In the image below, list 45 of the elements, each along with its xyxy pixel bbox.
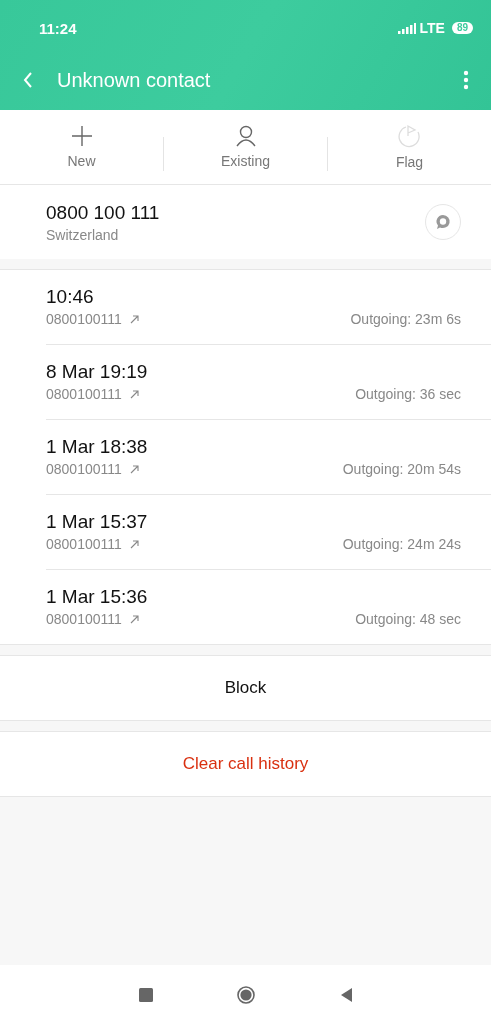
screen-title: Unknown contact <box>57 68 212 92</box>
outgoing-arrow-icon <box>129 614 139 624</box>
call-number: 0800100111 <box>46 536 122 552</box>
network-label: LTE <box>419 20 445 36</box>
home-icon[interactable] <box>236 985 255 1004</box>
call-time: 8 Mar 19:19 <box>46 361 149 383</box>
outgoing-arrow-icon <box>129 539 139 549</box>
outgoing-arrow-icon <box>129 389 139 399</box>
signal-icon <box>398 22 417 34</box>
action-button[interactable]: Existing <box>164 121 327 173</box>
call-time: 1 Mar 18:38 <box>46 436 149 458</box>
call-duration: Outgoing: 24m 24s <box>342 536 461 552</box>
menu-icon <box>463 70 469 90</box>
clear-history-button[interactable]: Clear call history <box>172 748 319 780</box>
phone-number: 0800 100 111 <box>46 201 160 224</box>
call-duration: Outgoing: 20m 54s <box>342 461 461 477</box>
call-number: 0800100111 <box>46 461 122 477</box>
call-number: 0800100111 <box>46 386 122 402</box>
chat-bubble-icon <box>434 213 452 231</box>
call-log-row[interactable]: 8 Mar 19:19 0800100111 Outgoing: 36 sec <box>46 345 491 420</box>
call-time: 1 Mar 15:37 <box>46 511 149 533</box>
block-button[interactable]: Block <box>214 672 277 704</box>
outgoing-arrow-icon <box>129 464 139 474</box>
call-log-row[interactable]: 1 Mar 15:36 0800100111 Outgoing: 48 sec <box>46 570 491 644</box>
flag-icon <box>397 124 422 148</box>
recents-icon[interactable] <box>136 985 155 1004</box>
call-log-row[interactable]: 10:46 0800100111 Outgoing: 23m 6s <box>46 270 491 345</box>
call-log-row[interactable]: 1 Mar 18:38 0800100111 Outgoing: 20m 54s <box>46 420 491 495</box>
battery-indicator: 89 <box>451 22 473 34</box>
back-icon <box>22 71 34 89</box>
call-duration: Outgoing: 36 sec <box>355 386 461 402</box>
outgoing-arrow-icon <box>129 314 139 324</box>
person-icon <box>234 125 257 147</box>
call-number: 0800100111 <box>46 311 122 327</box>
call-log-row[interactable]: 1 Mar 15:37 0800100111 Outgoing: 24m 24s <box>46 495 491 570</box>
call-time: 1 Mar 15:36 <box>46 586 149 608</box>
call-time: 10:46 <box>46 286 95 308</box>
call-duration: Outgoing: 23m 6s <box>350 311 461 327</box>
plus-icon <box>70 125 93 147</box>
call-number: 0800100111 <box>46 611 122 627</box>
location-label: Switzerland <box>46 226 120 243</box>
status-time: 11:24 <box>39 19 77 37</box>
action-button[interactable]: New <box>0 121 163 173</box>
call-duration: Outgoing: 48 sec <box>355 611 461 627</box>
message-button[interactable] <box>425 204 461 240</box>
